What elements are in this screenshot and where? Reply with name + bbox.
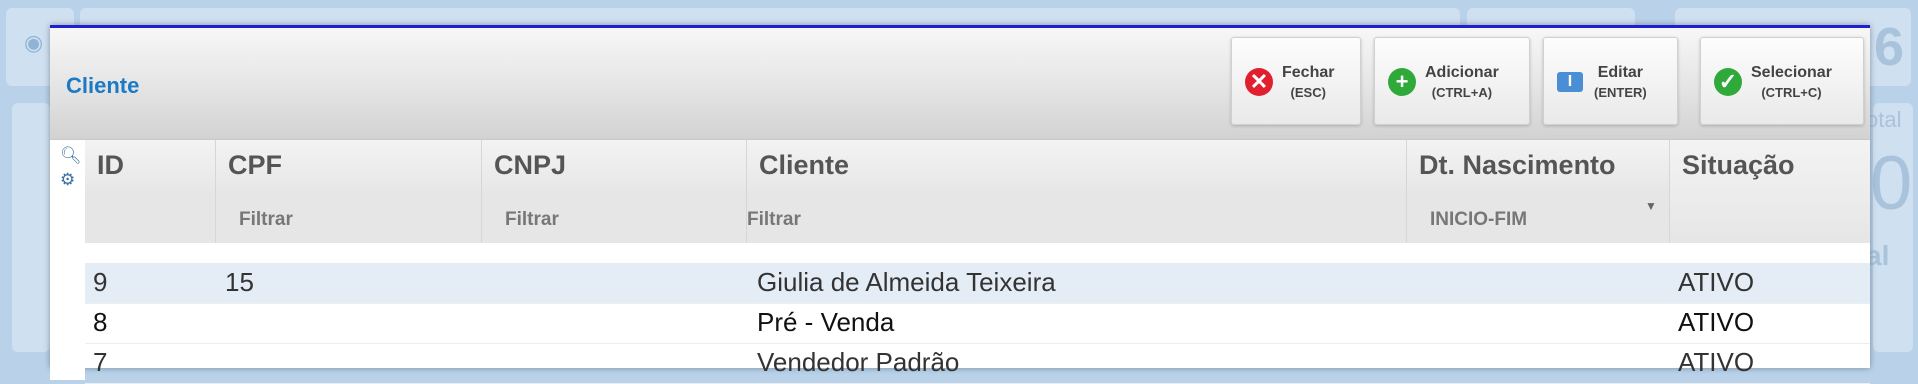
column-header-situacao[interactable]: Situação	[1670, 140, 1870, 243]
modal-header: Cliente ✕ Fechar (ESC) + Adicionar (CTRL+A…	[50, 28, 1870, 140]
close-shortcut: (ESC)	[1290, 85, 1326, 100]
close-icon: ✕	[1245, 68, 1273, 96]
edit-label: Editar	[1597, 64, 1644, 81]
column-header-id[interactable]: ID	[85, 140, 216, 195]
grid-side-tools: 🔍︎ ⚙	[50, 140, 85, 380]
filter-cnpj[interactable]: Filtrar	[482, 195, 747, 243]
chevron-down-icon[interactable]: ▼	[1645, 199, 1657, 213]
add-label: Adicionar	[1425, 64, 1499, 81]
filter-cpf[interactable]: Filtrar	[216, 195, 482, 243]
modal-title: Cliente	[66, 73, 140, 98]
add-button[interactable]: + Adicionar (CTRL+A)	[1374, 37, 1530, 125]
background-panel	[12, 103, 50, 352]
gear-icon[interactable]: ⚙	[60, 170, 75, 190]
add-shortcut: (CTRL+A)	[1431, 85, 1493, 100]
check-icon: ✓	[1714, 68, 1742, 96]
column-header-nascimento[interactable]: Dt. Nascimento	[1407, 140, 1670, 195]
select-button[interactable]: ✓ Selecionar (CTRL+C)	[1700, 37, 1864, 125]
background-text: otal	[1866, 107, 1902, 132]
background-digit: 0	[1870, 141, 1913, 226]
search-icon[interactable]: 🔍︎	[60, 146, 82, 166]
edit-shortcut: (ENTER)	[1594, 85, 1647, 100]
column-header-cliente[interactable]: Cliente	[747, 140, 1407, 195]
edit-button[interactable]: I Editar (ENTER)	[1543, 37, 1678, 125]
plus-icon: +	[1388, 68, 1416, 96]
close-button[interactable]: ✕ Fechar (ESC)	[1231, 37, 1361, 125]
client-modal: Cliente ✕ Fechar (ESC) + Adicionar (CTRL+A…	[50, 25, 1870, 384]
select-shortcut: (CTRL+C)	[1761, 85, 1822, 100]
filter-nascimento[interactable]: INICIO-FIM ▼	[1407, 195, 1670, 243]
filter-cliente[interactable]: Filtrar	[747, 195, 1407, 243]
close-label: Fechar	[1282, 64, 1335, 81]
table-row[interactable]: 9 15 Giulia de Almeida Teixeira ATIVO	[85, 263, 1870, 304]
edit-icon: I	[1557, 72, 1583, 92]
column-header-cpf[interactable]: CPF	[216, 140, 482, 195]
select-label: Selecionar	[1751, 64, 1832, 81]
table-row[interactable]: 8 Pré - Venda ATIVO	[85, 303, 1870, 344]
filter-id[interactable]	[85, 195, 216, 243]
background-digit: 6	[1874, 17, 1905, 77]
table-row[interactable]: 7 Vendedor Padrão ATIVO	[85, 343, 1870, 384]
column-header-cnpj[interactable]: CNPJ	[482, 140, 747, 195]
eye-icon: ◉	[24, 30, 44, 55]
